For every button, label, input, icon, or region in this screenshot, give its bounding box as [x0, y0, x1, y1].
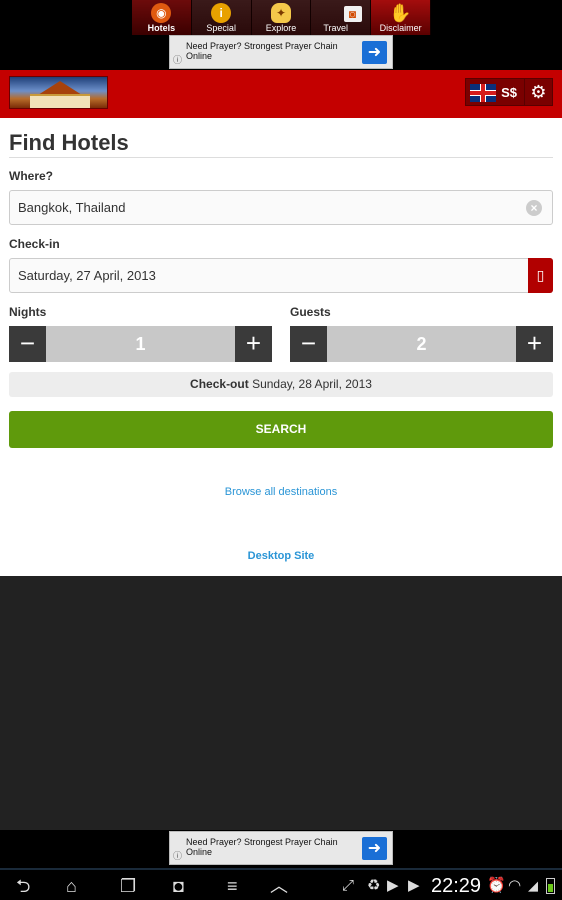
desktop-site-link[interactable]: Desktop Site: [0, 550, 562, 562]
bottom-ad-area: Need Prayer? Strongest Prayer Chain Onli…: [0, 830, 562, 868]
guests-label: Guests: [290, 305, 331, 319]
battery-icon: [546, 878, 555, 894]
camera-icon: ◙: [343, 6, 362, 22]
system-bar: ⮌ ⌂ ❐ ◘ ≡ ︿ ⤢ ♻ ▶ ▶ 22:29 ⏰ ◠ ◢: [0, 868, 562, 900]
temple-roof: [38, 81, 82, 95]
checkin-label: Check-in: [9, 237, 60, 251]
empty-background: [0, 576, 562, 830]
recycle-icon: ♻: [367, 877, 381, 894]
nav-tabs: ◉ Hotels i Special ✦ Explore ◙ Travel ✋ …: [132, 0, 431, 35]
ad-arrow-icon[interactable]: ➜: [362, 837, 387, 860]
title-divider: [9, 157, 553, 158]
checkout-label: Check-out: [190, 377, 249, 391]
tab-hotels[interactable]: ◉ Hotels: [132, 0, 192, 35]
search-form: Find Hotels Where? Bangkok, Thailand × C…: [0, 118, 562, 576]
search-button[interactable]: SEARCH: [9, 411, 553, 448]
checkin-field[interactable]: Saturday, 27 April, 2013 ▯: [9, 258, 553, 293]
nights-label: Nights: [9, 305, 47, 319]
currency-selector[interactable]: S$: [499, 79, 525, 105]
expand-icon[interactable]: ⤢: [342, 873, 354, 899]
page-title: Find Hotels: [9, 130, 129, 155]
tab-travel[interactable]: ◙ Travel: [311, 0, 372, 35]
recent-apps-icon[interactable]: ❐: [120, 873, 136, 899]
top-ad-banner[interactable]: Need Prayer? Strongest Prayer Chain Onli…: [169, 35, 393, 69]
hand-icon: ✋: [389, 2, 412, 23]
alarm-icon: ⏰: [487, 877, 506, 894]
tab-special[interactable]: i Special: [191, 0, 252, 35]
nights-value[interactable]: 1: [46, 326, 235, 362]
play-store-icon: ▶: [387, 877, 399, 894]
where-value: Bangkok, Thailand: [18, 200, 126, 215]
header-controls: S$ ⚙: [465, 78, 553, 106]
nights-minus-button[interactable]: −: [9, 326, 46, 362]
where-label: Where?: [9, 169, 54, 183]
ad-info-icon[interactable]: ⓘ: [173, 849, 182, 862]
guests-stepper: − 2 +: [290, 326, 553, 362]
checkout-date: Sunday, 28 April, 2013: [252, 377, 372, 391]
home-icon[interactable]: ⌂: [66, 873, 77, 899]
up-chevron-icon[interactable]: ︿: [270, 873, 288, 899]
nights-plus-button[interactable]: +: [235, 326, 272, 362]
app-header: S$ ⚙: [0, 70, 562, 118]
nights-stepper: − 1 +: [9, 326, 272, 362]
browse-destinations-link[interactable]: Browse all destinations: [0, 486, 562, 498]
tab-disclaimer[interactable]: ✋ Disclaimer: [371, 0, 431, 35]
calendar-icon[interactable]: ▯: [528, 258, 553, 293]
checkin-value: Saturday, 27 April, 2013: [18, 268, 156, 283]
ad-info-icon[interactable]: ⓘ: [173, 53, 182, 66]
clock: 22:29: [431, 875, 482, 897]
media-icon: ▶: [408, 877, 420, 894]
temple-body: [30, 94, 90, 108]
where-field[interactable]: Bangkok, Thailand ×: [9, 190, 553, 225]
guests-plus-button[interactable]: +: [516, 326, 553, 362]
info-icon: i: [211, 3, 232, 23]
checkout-summary: Check-out Sunday, 28 April, 2013: [9, 372, 553, 397]
ad-arrow-icon[interactable]: ➜: [362, 41, 387, 64]
temple-logo[interactable]: [9, 76, 108, 109]
guests-minus-button[interactable]: −: [290, 326, 327, 362]
guests-value[interactable]: 2: [327, 326, 516, 362]
gear-icon[interactable]: ⚙: [525, 79, 552, 105]
back-icon[interactable]: ⮌: [16, 873, 30, 899]
flag-cross-v-red: [481, 84, 486, 102]
globe-icon: ◉: [151, 3, 172, 23]
bottom-ad-banner[interactable]: Need Prayer? Strongest Prayer Chain Onli…: [169, 831, 393, 865]
screenshot-icon[interactable]: ◘: [173, 873, 184, 899]
menu-icon[interactable]: ≡: [227, 873, 238, 899]
lightbulb-icon: ✦: [270, 3, 291, 23]
signal-icon: ◢: [528, 878, 538, 893]
top-nav: ◉ Hotels i Special ✦ Explore ◙ Travel ✋ …: [0, 0, 562, 70]
uk-flag-icon[interactable]: [470, 84, 497, 102]
clear-icon[interactable]: ×: [526, 200, 542, 216]
wifi-icon: ◠: [508, 877, 522, 894]
tab-explore[interactable]: ✦ Explore: [251, 0, 312, 35]
